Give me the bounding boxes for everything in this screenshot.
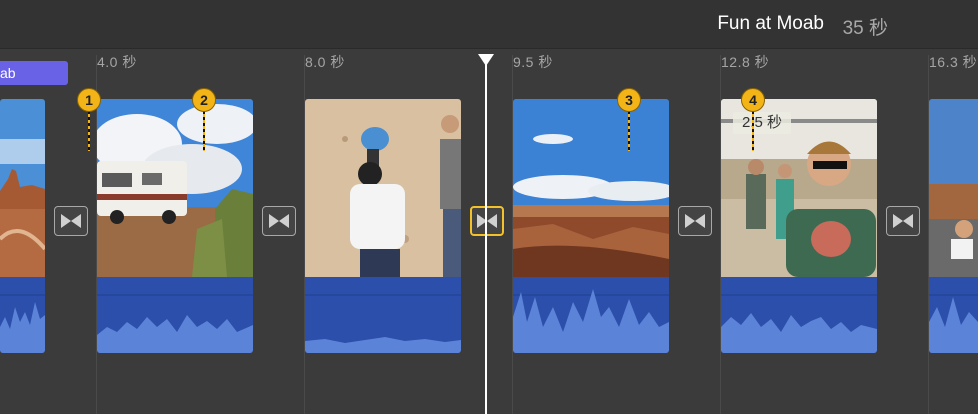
clip-thumbnail-canyon: [513, 99, 669, 277]
transition-bowtie-icon: [893, 214, 913, 228]
clip-duration-label: 2.5 秒: [733, 112, 791, 134]
audio-waveform-graphic: [513, 289, 669, 353]
marker-stem: [88, 111, 90, 151]
marker-icon[interactable]: 1: [77, 88, 101, 112]
video-clip-selfie[interactable]: [721, 99, 877, 353]
video-clip-monument[interactable]: [0, 99, 45, 353]
audio-waveform-graphic: [97, 294, 253, 353]
transition-button[interactable]: [262, 206, 296, 236]
audio-waveform-graphic: [721, 294, 877, 353]
ruler-tick-label: 16.3 秒: [929, 54, 978, 70]
ruler-tick-label: 12.8 秒: [721, 54, 770, 70]
ruler-tick-label: 8.0 秒: [305, 54, 345, 70]
video-clip-rv[interactable]: [97, 99, 253, 353]
video-clip-canyon[interactable]: [513, 99, 669, 353]
video-clip-skate[interactable]: [929, 99, 978, 353]
ruler-tick-label: 9.5 秒: [513, 54, 553, 70]
marker-stem: [752, 111, 754, 151]
transition-bowtie-icon: [269, 214, 289, 228]
clip-thumbnail-rv: [97, 99, 253, 277]
transition-bowtie-icon: [685, 214, 705, 228]
video-clip-people[interactable]: [305, 99, 461, 353]
marker-stem: [628, 111, 630, 151]
marker-icon[interactable]: 3: [617, 88, 641, 112]
transition-button[interactable]: [54, 206, 88, 236]
marker-icon[interactable]: 4: [741, 88, 765, 112]
clip-audio-waveform: [0, 277, 45, 353]
clip-thumbnail-people: [305, 99, 461, 277]
transition-button[interactable]: [678, 206, 712, 236]
clip-audio-waveform: [721, 277, 877, 353]
clip-audio-waveform: [929, 277, 978, 353]
clip-audio-waveform: [305, 277, 461, 353]
title-clip[interactable]: ab: [0, 61, 68, 85]
transition-button-selected[interactable]: [470, 206, 504, 236]
clip-thumbnail-monument: [0, 99, 45, 277]
clip-audio-waveform: [513, 277, 669, 353]
audio-waveform-graphic: [0, 294, 45, 353]
audio-waveform-graphic: [929, 294, 978, 353]
project-duration: 35 秒: [842, 18, 888, 39]
transition-button[interactable]: [886, 206, 920, 236]
playhead-line[interactable]: [485, 62, 487, 414]
marker-stem: [203, 111, 205, 151]
playhead-icon[interactable]: [478, 54, 494, 66]
transition-bowtie-icon: [61, 214, 81, 228]
clip-thumbnail-skate: [929, 99, 978, 277]
timeline-header: Fun at Moab 35 秒: [0, 0, 978, 49]
marker-icon[interactable]: 2: [192, 88, 216, 112]
ruler-tick-label: 4.0 秒: [97, 54, 137, 70]
project-title: Fun at Moab: [717, 13, 824, 34]
transition-bowtie-icon: [477, 214, 497, 228]
audio-waveform-graphic: [305, 294, 461, 353]
clip-audio-waveform: [97, 277, 253, 353]
